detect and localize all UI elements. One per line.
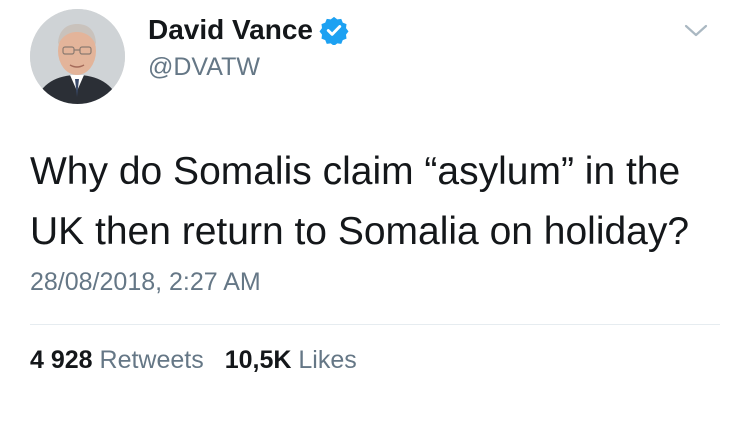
tweet-text: Why do Somalis claim “asylum” in the UK … (30, 150, 690, 253)
likes-count: 10,5K (224, 346, 292, 374)
likes-stat[interactable]: 10,5K Likes (225, 346, 357, 375)
retweets-stat[interactable]: 4 928 Retweets (30, 346, 204, 375)
chevron-down-icon[interactable] (683, 22, 709, 40)
handle[interactable]: @DVATW (148, 53, 260, 82)
tweet-card: David Vance @DVATW Why do Somalis claim … (0, 0, 744, 435)
avatar-image (30, 9, 125, 104)
likes-label: Likes (298, 346, 357, 374)
retweets-count: 4 928 (30, 346, 93, 374)
display-name[interactable]: David Vance (148, 14, 313, 46)
divider (30, 324, 720, 325)
tweet-stats: 4 928 Retweets 10,5K Likes (30, 346, 371, 375)
verified-badge-icon (319, 16, 349, 45)
avatar[interactable] (30, 9, 125, 104)
retweets-label: Retweets (99, 346, 204, 374)
tweet-timestamp[interactable]: 28/08/2018, 2:27 AM (30, 268, 261, 297)
